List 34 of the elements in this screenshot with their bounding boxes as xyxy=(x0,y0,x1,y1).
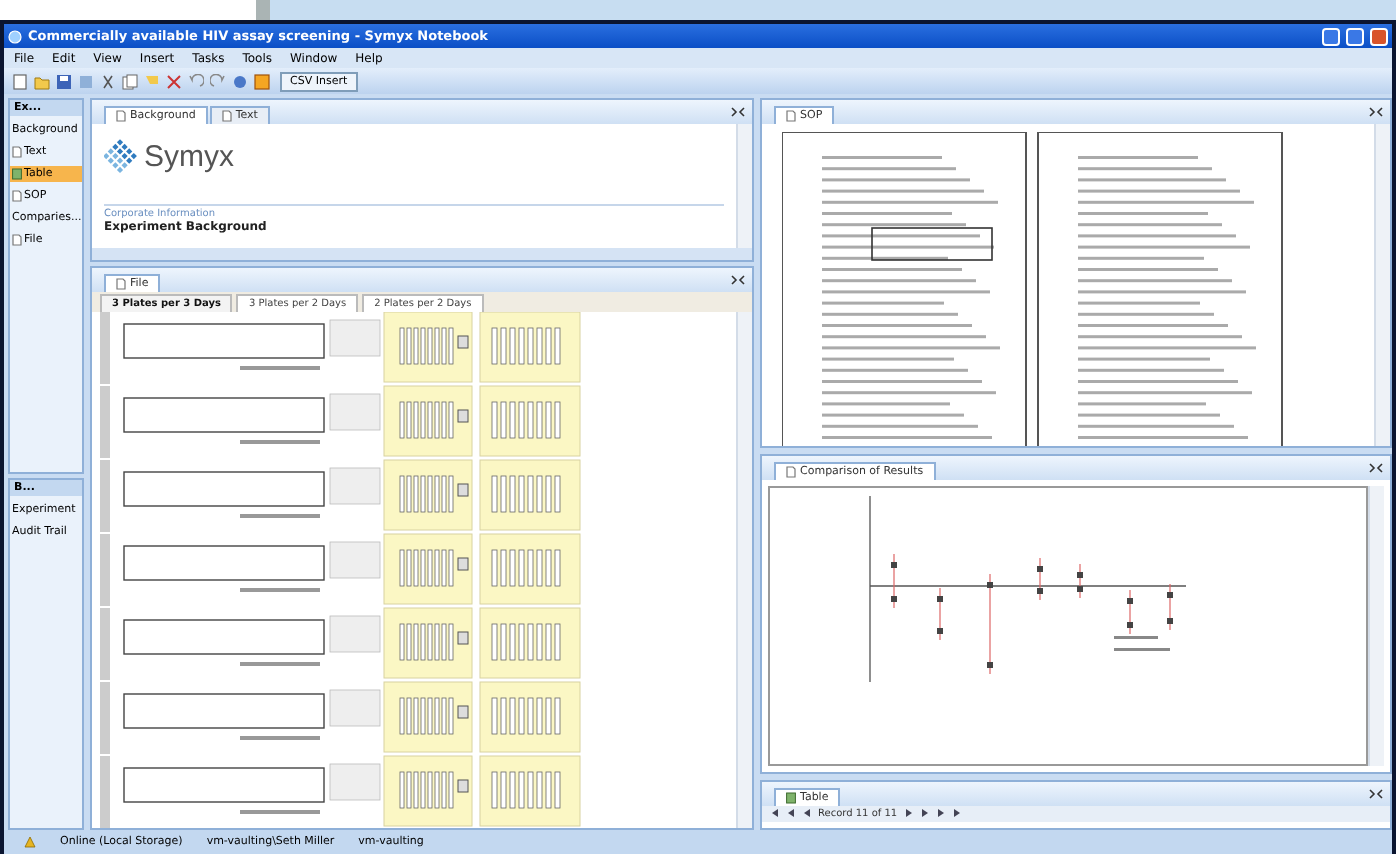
scrollbar[interactable] xyxy=(1374,124,1390,447)
scrollbar[interactable] xyxy=(736,124,752,248)
square-icon[interactable] xyxy=(254,73,270,89)
maximize-button[interactable] xyxy=(1346,27,1364,45)
minimize-button[interactable] xyxy=(1322,27,1340,45)
pane-arrows-icon xyxy=(1368,462,1384,475)
page-icon xyxy=(116,110,126,122)
pane-arrows-icon xyxy=(730,106,746,118)
warning-icon xyxy=(24,836,36,848)
copy-icon[interactable] xyxy=(122,73,138,89)
scrollbar[interactable] xyxy=(736,312,752,828)
scrollbar[interactable] xyxy=(92,248,752,260)
page-icon xyxy=(116,278,126,290)
new-icon[interactable] xyxy=(12,73,28,89)
cut-icon[interactable] xyxy=(100,73,116,89)
logo-icon xyxy=(104,138,138,174)
page-icon xyxy=(221,110,232,122)
pane-arrows-icon xyxy=(1368,787,1384,800)
logo-text: Symyx xyxy=(144,139,234,173)
folder-icon[interactable] xyxy=(34,73,50,89)
app-icon xyxy=(8,29,22,43)
pane-arrows-icon xyxy=(730,274,746,286)
redo-icon[interactable] xyxy=(210,73,226,89)
window-edge xyxy=(256,0,270,20)
undo-icon[interactable] xyxy=(188,73,204,89)
page-icon xyxy=(12,146,22,158)
page-icon xyxy=(12,190,22,202)
save-icon[interactable] xyxy=(56,73,72,89)
page-icon xyxy=(786,466,796,479)
pane-arrows-icon xyxy=(1368,106,1384,118)
page-icon xyxy=(12,234,22,246)
close-button[interactable] xyxy=(1370,27,1388,45)
scrollbar[interactable] xyxy=(1368,486,1384,766)
delete-icon[interactable] xyxy=(166,73,182,89)
